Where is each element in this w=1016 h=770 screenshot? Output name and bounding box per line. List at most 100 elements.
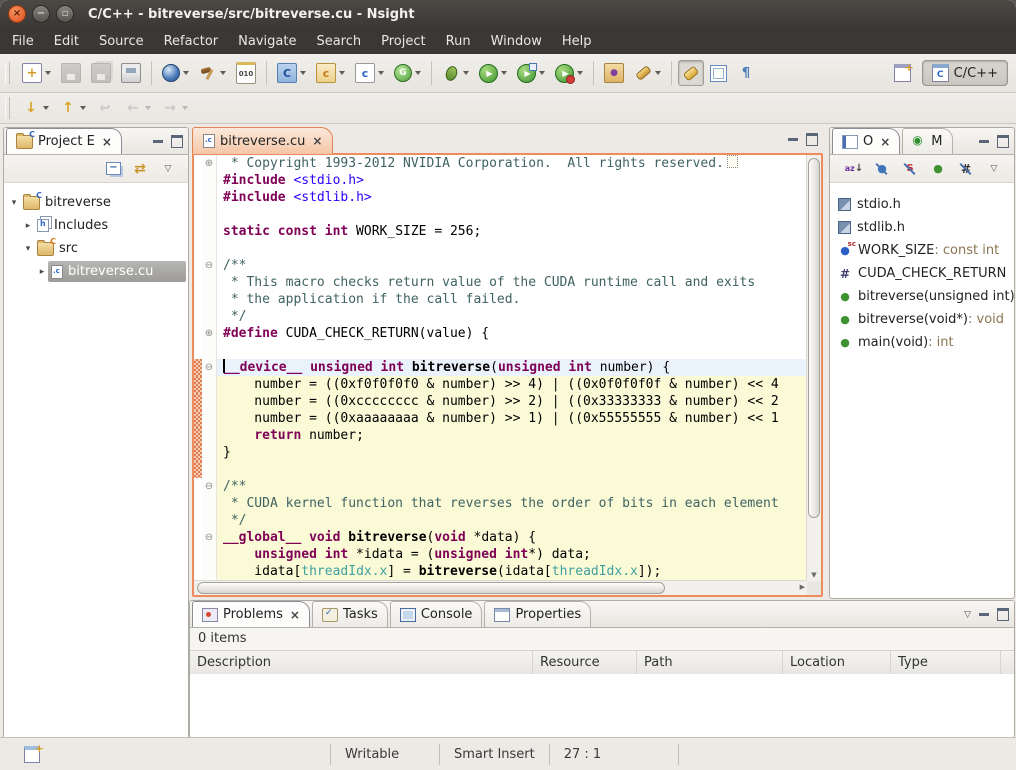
- view-menu-button[interactable]: [981, 156, 1007, 182]
- code-line[interactable]: idata[threadIdx.x] = bitreverse(idata[th…: [194, 563, 807, 580]
- outline-item-cuda-check-return[interactable]: CUDA_CHECK_RETURN: [830, 262, 1014, 285]
- tree-item-includes[interactable]: ▸Includes: [4, 214, 188, 237]
- menu-edit[interactable]: Edit: [44, 30, 89, 53]
- outline-item-stdio-h[interactable]: stdio.h: [830, 193, 1014, 216]
- build-button[interactable]: [195, 60, 230, 86]
- fast-view-icon[interactable]: [24, 746, 40, 763]
- dropdown-arrow-icon[interactable]: [577, 71, 583, 78]
- code-line[interactable]: * This macro checks return value of the …: [194, 274, 807, 291]
- code-line[interactable]: #include <stdio.h>: [194, 172, 807, 189]
- code-line[interactable]: * the application if the call failed.: [194, 291, 807, 308]
- outline-item-bitreverse-unsigned-int[interactable]: bitreverse(unsigned int): [830, 285, 1014, 308]
- dropdown-arrow-icon[interactable]: [378, 71, 384, 78]
- outline-item-work-size[interactable]: WORK_SIZE : const int: [830, 239, 1014, 262]
- expanded-arrow-icon[interactable]: ▾: [8, 198, 20, 208]
- toolbar-drag-handle[interactable]: [5, 97, 10, 119]
- problems-table-body[interactable]: [190, 674, 1014, 737]
- titlebar[interactable]: ×−▫ C/C++ - bitreverse/src/bitreverse.cu…: [0, 0, 1016, 28]
- collapsed-arrow-icon[interactable]: ▸: [36, 267, 48, 277]
- tab-problems[interactable]: Problems: [192, 601, 310, 627]
- hide-static-members-button[interactable]: [897, 156, 923, 182]
- code-line[interactable]: ⊖/**: [194, 478, 807, 495]
- minimize-view-icon[interactable]: [979, 140, 989, 143]
- tree-item-bitreverse-cu[interactable]: ▸bitreverse.cu: [4, 260, 188, 283]
- menu-window[interactable]: Window: [481, 30, 552, 53]
- maximize-view-icon[interactable]: [171, 135, 183, 148]
- fold-collapse-icon[interactable]: ⊖: [202, 257, 217, 274]
- close-icon[interactable]: [312, 135, 322, 147]
- expanded-arrow-icon[interactable]: ▾: [22, 244, 34, 254]
- editor-tab-bitreverse[interactable]: bitreverse.cu: [192, 127, 333, 154]
- hide-fields-button[interactable]: [869, 156, 895, 182]
- dropdown-arrow-icon[interactable]: [183, 71, 189, 78]
- vertical-scrollbar-thumb[interactable]: [808, 158, 820, 518]
- tab-properties[interactable]: Properties: [484, 601, 591, 627]
- new-c-project-button[interactable]: [273, 59, 310, 87]
- new-source-file-button[interactable]: [351, 59, 388, 87]
- code-line[interactable]: number = ((0xcccccccc & number) >> 2) | …: [194, 393, 807, 410]
- toggle-highlight-button[interactable]: [678, 60, 704, 86]
- column-header-type[interactable]: Type: [891, 651, 1001, 675]
- menu-search[interactable]: Search: [306, 30, 371, 53]
- new-button[interactable]: [18, 59, 55, 87]
- run-button[interactable]: [475, 60, 511, 87]
- cpp-perspective-button[interactable]: C/C++: [922, 60, 1008, 86]
- maximize-view-icon[interactable]: [806, 133, 818, 146]
- horizontal-scrollbar-thumb[interactable]: [197, 582, 665, 594]
- code-line[interactable]: ⊖__global__ void bitreverse(void *data) …: [194, 529, 807, 546]
- code-line[interactable]: #include <stdlib.h>: [194, 189, 807, 206]
- code-line[interactable]: static const int WORK_SIZE = 256;: [194, 223, 807, 240]
- column-header-location[interactable]: Location: [783, 651, 891, 675]
- collapse-all-button[interactable]: [102, 158, 125, 179]
- view-menu-icon[interactable]: [964, 610, 971, 620]
- code-line[interactable]: ⊕#define CUDA_CHECK_RETURN(value) {: [194, 325, 807, 342]
- collapsed-arrow-icon[interactable]: ▸: [22, 221, 34, 231]
- scroll-right-icon[interactable]: ▶: [800, 581, 805, 594]
- code-line[interactable]: [194, 206, 807, 223]
- dropdown-arrow-icon[interactable]: [80, 106, 86, 113]
- fold-expand-icon[interactable]: ⊕: [202, 155, 217, 172]
- dropdown-arrow-icon[interactable]: [463, 71, 469, 78]
- search-button[interactable]: [630, 60, 665, 86]
- fold-collapse-icon[interactable]: ⊖: [202, 359, 217, 376]
- tab-console[interactable]: Console: [390, 601, 483, 627]
- horizontal-scrollbar[interactable]: ▶: [194, 580, 807, 595]
- column-header-path[interactable]: Path: [637, 651, 783, 675]
- fold-expand-icon[interactable]: ⊕: [202, 325, 217, 342]
- show-whitespace-button[interactable]: [733, 60, 759, 86]
- code-line[interactable]: [194, 461, 807, 478]
- minimize-view-icon[interactable]: [788, 138, 798, 141]
- dropdown-arrow-icon[interactable]: [501, 71, 507, 78]
- tab-outline[interactable]: O: [832, 128, 900, 154]
- debug-button[interactable]: [438, 60, 473, 86]
- outline-item-stdlib-h[interactable]: stdlib.h: [830, 216, 1014, 239]
- code-line[interactable]: [194, 240, 807, 257]
- tab-tasks[interactable]: Tasks: [312, 601, 388, 627]
- maximize-view-icon[interactable]: [997, 135, 1009, 148]
- menu-refactor[interactable]: Refactor: [154, 30, 229, 53]
- code-line[interactable]: ⊕ * Copyright 1993-2012 NVIDIA Corporati…: [194, 155, 807, 172]
- previous-annotation-button[interactable]: [55, 95, 90, 121]
- dropdown-arrow-icon[interactable]: [145, 106, 151, 113]
- menu-project[interactable]: Project: [371, 30, 435, 53]
- column-header-resource[interactable]: Resource: [533, 651, 637, 675]
- fold-collapse-icon[interactable]: ⊖: [202, 529, 217, 546]
- code-line[interactable]: [194, 342, 807, 359]
- profile-button[interactable]: [551, 60, 587, 87]
- tree-item-src[interactable]: ▾src: [4, 237, 188, 260]
- hide-non-public-members-button[interactable]: [925, 156, 951, 182]
- dropdown-arrow-icon[interactable]: [415, 71, 421, 78]
- new-cpp-class-button[interactable]: [312, 59, 349, 87]
- vertical-scrollbar[interactable]: ▼: [806, 155, 821, 581]
- tree-item-bitreverse[interactable]: ▾bitreverse: [4, 191, 188, 214]
- code-line[interactable]: number = ((0xaaaaaaaa & number) >> 1) | …: [194, 410, 807, 427]
- menu-navigate[interactable]: Navigate: [228, 30, 306, 53]
- code-editor[interactable]: ⊕ * Copyright 1993-2012 NVIDIA Corporati…: [194, 155, 807, 581]
- generate-code-button[interactable]: [390, 60, 425, 86]
- binary-file-button[interactable]: [232, 58, 260, 88]
- scroll-down-icon[interactable]: ▼: [807, 569, 821, 581]
- menu-source[interactable]: Source: [89, 30, 154, 53]
- tab-project-explorer[interactable]: Project E: [6, 128, 122, 154]
- code-line[interactable]: */: [194, 308, 807, 325]
- dropdown-arrow-icon[interactable]: [339, 71, 345, 78]
